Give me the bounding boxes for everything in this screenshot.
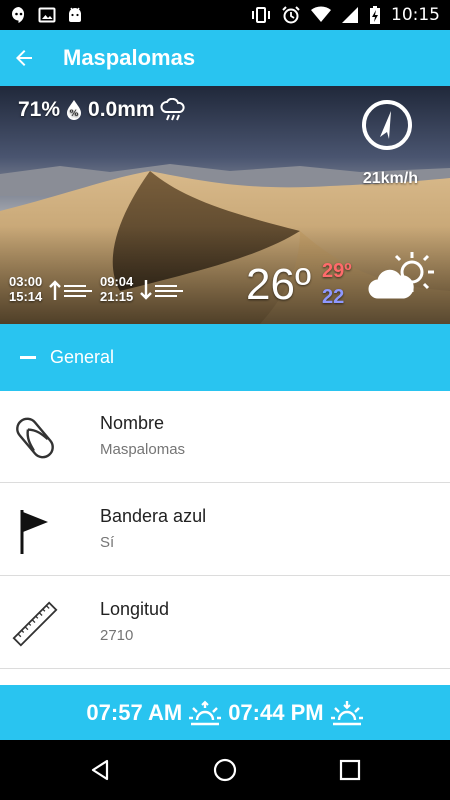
android-icon: [69, 7, 81, 22]
partly-cloudy-icon: [368, 252, 434, 299]
tide-high-1: 03:00: [9, 274, 43, 289]
rain-value: 0.0mm: [88, 98, 155, 121]
rain-cloud-icon: [160, 98, 185, 121]
low-tide-icon: [140, 280, 183, 300]
section-general-header[interactable]: General: [0, 324, 450, 391]
high-tide-times: 03:00 15:14: [9, 274, 42, 304]
battery-charging-icon: [370, 6, 380, 24]
navigation-bar: [0, 740, 450, 800]
sun-times-bar: 07:57 AM 07:44 PM: [0, 685, 450, 740]
signal-icon: [342, 7, 358, 23]
low-tide-times: 09:04 21:15: [100, 274, 133, 304]
weather-hero[interactable]: 71% % 0.0mm 21km/h 03:00 15:14 09:04 21:…: [0, 86, 450, 324]
circle-home-icon: [213, 758, 237, 782]
svg-text:%: %: [70, 109, 79, 119]
wind-speed: 21km/h: [362, 170, 418, 187]
item-title: Bandera azul: [100, 506, 207, 526]
nav-recents-button[interactable]: [334, 754, 366, 786]
sunset-time: 07:44 PM: [228, 699, 324, 725]
humidity-row: 71% % 0.0mm: [18, 98, 187, 122]
item-title: Nombre: [100, 413, 165, 433]
nav-home-button[interactable]: [209, 754, 241, 786]
current-temperature: 26º: [246, 260, 312, 309]
app-bar: Maspalomas: [0, 30, 450, 86]
arrow-back-icon: [16, 50, 32, 66]
image-icon: [38, 7, 56, 23]
sunrise-time: 07:57 AM: [86, 699, 183, 725]
back-button[interactable]: [4, 38, 44, 78]
page-title: Maspalomas: [63, 45, 196, 70]
list-item-bandera-azul[interactable]: Bandera azul Sí: [0, 484, 450, 576]
humidity-drop-icon: %: [67, 100, 82, 120]
collapse-icon: [20, 356, 36, 359]
status-time: 10:15: [391, 5, 440, 25]
tide-low-2: 21:15: [100, 289, 134, 304]
sunset-icon: [330, 700, 363, 725]
flag-icon: [20, 510, 48, 554]
square-recents-icon: [339, 759, 361, 781]
item-value: Maspalomas: [100, 441, 186, 458]
tide-high-2: 15:14: [9, 289, 43, 304]
nav-back-button[interactable]: [84, 754, 116, 786]
section-label: General: [50, 347, 115, 367]
high-tide-icon: [49, 280, 92, 300]
alarm-icon: [282, 6, 300, 24]
triangle-back-icon: [91, 759, 109, 781]
flip-flop-icon: [16, 417, 54, 459]
wind-direction-icon: [362, 100, 412, 150]
item-title: Longitud: [100, 599, 170, 619]
min-temperature: 22: [322, 286, 345, 308]
max-temperature: 29º: [322, 260, 352, 282]
list-item-longitud[interactable]: Longitud 2710: [0, 577, 450, 669]
wifi-icon: [311, 6, 331, 23]
vibrate-icon: [252, 7, 270, 23]
hangouts-icon: [12, 7, 25, 23]
item-value: 2710: [100, 627, 134, 644]
humidity-value: 71%: [18, 98, 61, 121]
ruler-icon: [12, 601, 58, 647]
tide-low-1: 09:04: [100, 274, 134, 289]
item-value: Sí: [100, 534, 115, 551]
status-bar: 10:15: [0, 0, 450, 30]
list-item-nombre[interactable]: Nombre Maspalomas: [0, 391, 450, 483]
sunrise-icon: [189, 700, 222, 725]
